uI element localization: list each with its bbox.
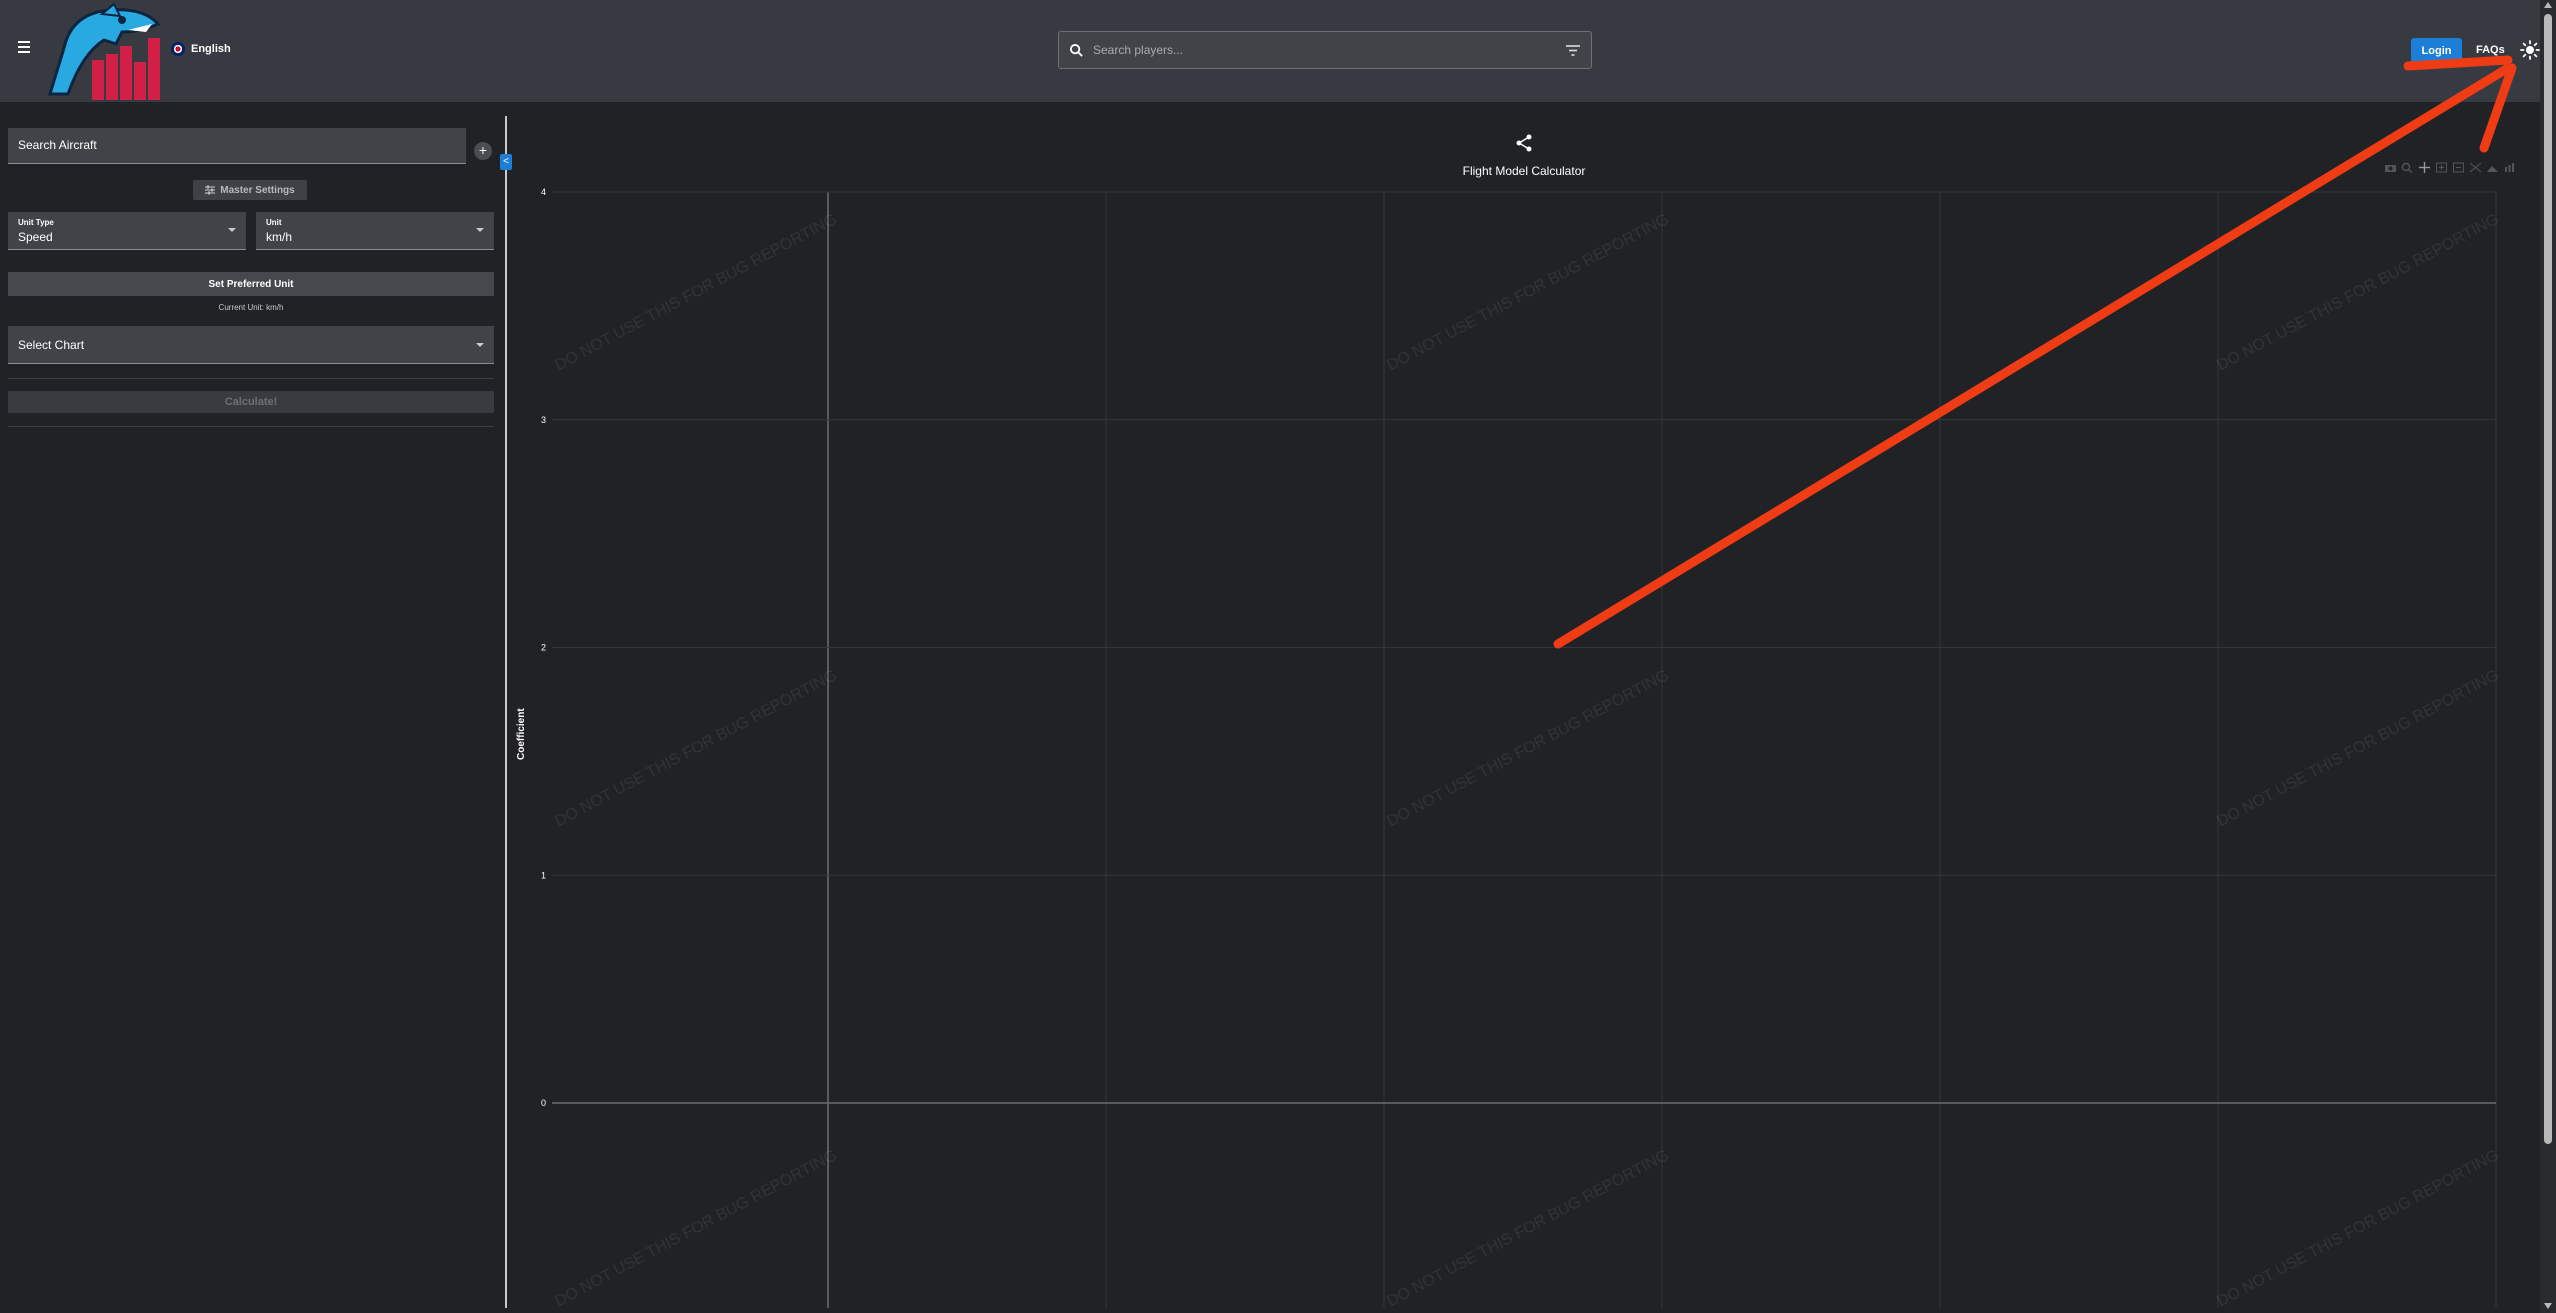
scroll-thumb[interactable]: [2544, 14, 2552, 1144]
scroll-down-arrow[interactable]: [2544, 1303, 2552, 1309]
page-scrollbar[interactable]: [2540, 0, 2556, 1313]
red-annotation-arrow: [1553, 55, 2517, 649]
scroll-up-arrow[interactable]: [2544, 2, 2552, 8]
